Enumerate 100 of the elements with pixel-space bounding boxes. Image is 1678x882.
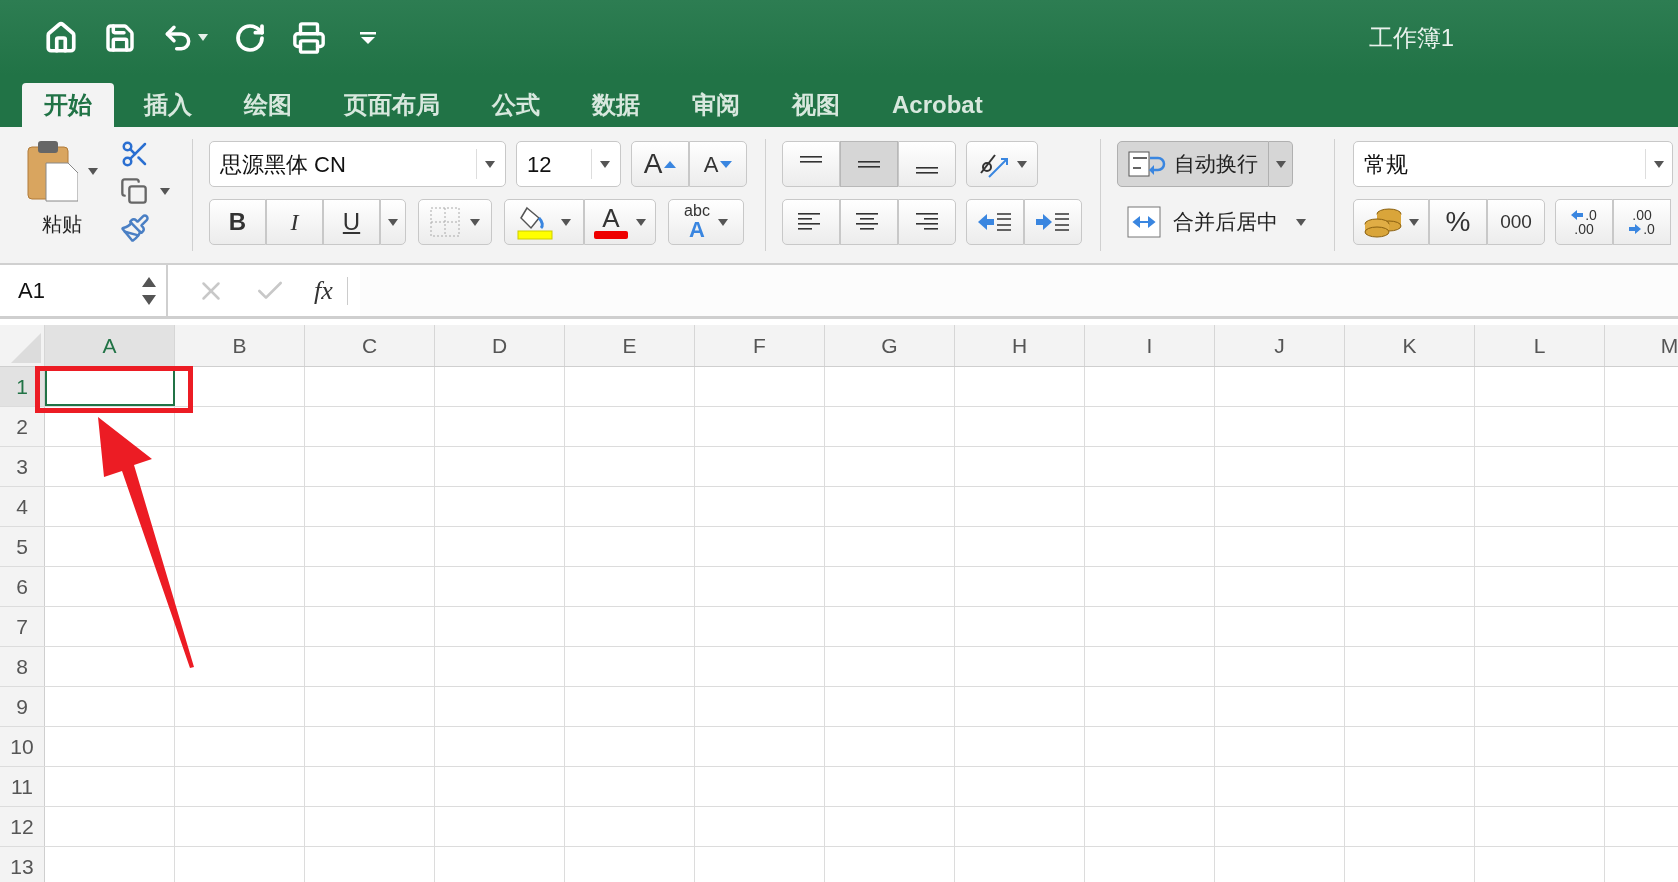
caret-icon (717, 218, 728, 226)
underline-button[interactable]: U (323, 199, 380, 245)
column-header[interactable]: L (1475, 325, 1605, 366)
increase-font-button[interactable]: A (631, 141, 689, 187)
percent-button[interactable]: % (1429, 199, 1487, 245)
indent-icon (1036, 212, 1070, 232)
wrap-text-dropdown[interactable] (1269, 141, 1293, 187)
ribbon-tab[interactable]: Acrobat (870, 83, 1005, 127)
caret-icon (1296, 218, 1306, 226)
currency-button[interactable] (1353, 199, 1429, 245)
save-icon[interactable] (104, 21, 136, 54)
paste-label[interactable]: 粘贴 (42, 209, 82, 239)
ribbon-tab[interactable]: 审阅 (670, 83, 762, 127)
caret-icon (561, 218, 571, 226)
caret-icon (160, 187, 170, 195)
bold-button[interactable]: B (209, 199, 266, 245)
text-style-button[interactable]: abc A (668, 199, 744, 245)
caret-icon (1275, 160, 1286, 168)
merge-cells-icon (1127, 206, 1161, 238)
left-arrow-icon (1571, 210, 1584, 220)
clipboard-icon[interactable] (26, 139, 78, 203)
ribbon-tab[interactable]: 视图 (770, 83, 862, 127)
down-triangle-icon (720, 160, 733, 168)
insert-function-button[interactable]: fx (314, 271, 333, 310)
row-header[interactable]: 4 (0, 487, 45, 526)
row-header[interactable]: 1 (0, 367, 45, 406)
increase-decimal-button[interactable]: .0 .00 (1555, 199, 1613, 245)
vertical-align-button[interactable] (840, 141, 898, 187)
row-header[interactable]: 12 (0, 807, 45, 846)
align-right-icon (914, 213, 940, 231)
row-header[interactable]: 13 (0, 847, 45, 882)
borders-icon (430, 207, 460, 237)
horizontal-align-button[interactable] (898, 199, 956, 245)
redo-icon[interactable] (234, 21, 266, 54)
outdent-icon (978, 212, 1012, 232)
row-header[interactable]: 2 (0, 407, 45, 446)
vertical-align-button[interactable] (898, 141, 956, 187)
vertical-align-button[interactable] (782, 141, 840, 187)
row-header[interactable]: 7 (0, 607, 45, 646)
decrease-indent-button[interactable] (966, 199, 1024, 245)
number-format-field[interactable]: 常规 (1353, 141, 1673, 187)
decrease-decimal-button[interactable]: .00 .0 (1613, 199, 1671, 245)
align-bottom-icon (916, 166, 938, 174)
fill-color-button[interactable] (504, 199, 584, 245)
wrap-text-button[interactable]: 自动换行 (1117, 141, 1269, 187)
paint-bucket-icon (517, 204, 553, 240)
orientation-button[interactable] (966, 141, 1038, 187)
column-header[interactable]: J (1215, 325, 1345, 366)
column-header[interactable]: A (45, 325, 175, 366)
column-header[interactable]: I (1085, 325, 1215, 366)
ribbon-tab[interactable]: 公式 (470, 83, 562, 127)
ribbon-tab[interactable]: 绘图 (222, 83, 314, 127)
right-arrow-icon (1629, 224, 1642, 234)
ribbon-tab[interactable]: 开始 (22, 83, 114, 127)
home-icon[interactable] (44, 20, 78, 55)
column-header[interactable]: F (695, 325, 825, 366)
coins-icon (1363, 206, 1403, 238)
ribbon-tab[interactable]: 数据 (570, 83, 662, 127)
format-painter-icon[interactable] (120, 213, 150, 243)
row-header[interactable]: 3 (0, 447, 45, 486)
column-header[interactable]: C (305, 325, 435, 366)
column-header[interactable]: M (1605, 325, 1678, 366)
align-top-icon (800, 155, 822, 163)
row-header[interactable]: 8 (0, 647, 45, 686)
font-color-button[interactable]: A (584, 199, 656, 245)
underline-dropdown[interactable] (380, 199, 406, 245)
font-name-field[interactable]: 思源黑体 CN (209, 141, 506, 187)
up-triangle-icon (664, 160, 677, 168)
caret-icon (1017, 160, 1027, 168)
column-header[interactable]: G (825, 325, 955, 366)
increase-indent-button[interactable] (1024, 199, 1082, 245)
align-middle-icon (858, 160, 880, 168)
ribbon-tab[interactable]: 插入 (122, 83, 214, 127)
row-header[interactable]: 11 (0, 767, 45, 806)
column-header[interactable]: B (175, 325, 305, 366)
printer-icon[interactable] (292, 20, 326, 55)
column-header[interactable]: D (435, 325, 565, 366)
column-header[interactable]: K (1345, 325, 1475, 366)
thousands-button[interactable]: 000 (1487, 199, 1545, 245)
customize-toolbar-icon[interactable] (360, 30, 376, 45)
row-header[interactable]: 5 (0, 527, 45, 566)
caret-icon (1409, 218, 1419, 226)
horizontal-align-button[interactable] (840, 199, 898, 245)
horizontal-align-button[interactable] (782, 199, 840, 245)
row-header[interactable]: 6 (0, 567, 45, 606)
column-header[interactable]: H (955, 325, 1085, 366)
font-size-field[interactable]: 12 (516, 141, 621, 187)
merge-center-button[interactable]: 合并后居中 (1117, 199, 1316, 245)
caret-icon[interactable] (198, 34, 208, 41)
wrap-text-icon (1128, 150, 1166, 178)
row-header[interactable]: 10 (0, 727, 45, 766)
caret-icon (388, 218, 398, 226)
stepper-icon (142, 275, 156, 306)
decrease-font-button[interactable]: A (689, 141, 747, 187)
row-header[interactable]: 9 (0, 687, 45, 726)
italic-button[interactable]: I (266, 199, 323, 245)
column-header[interactable]: E (565, 325, 695, 366)
copy-icon[interactable] (120, 177, 148, 205)
caret-icon (600, 160, 610, 168)
ribbon-tab[interactable]: 页面布局 (322, 83, 462, 127)
